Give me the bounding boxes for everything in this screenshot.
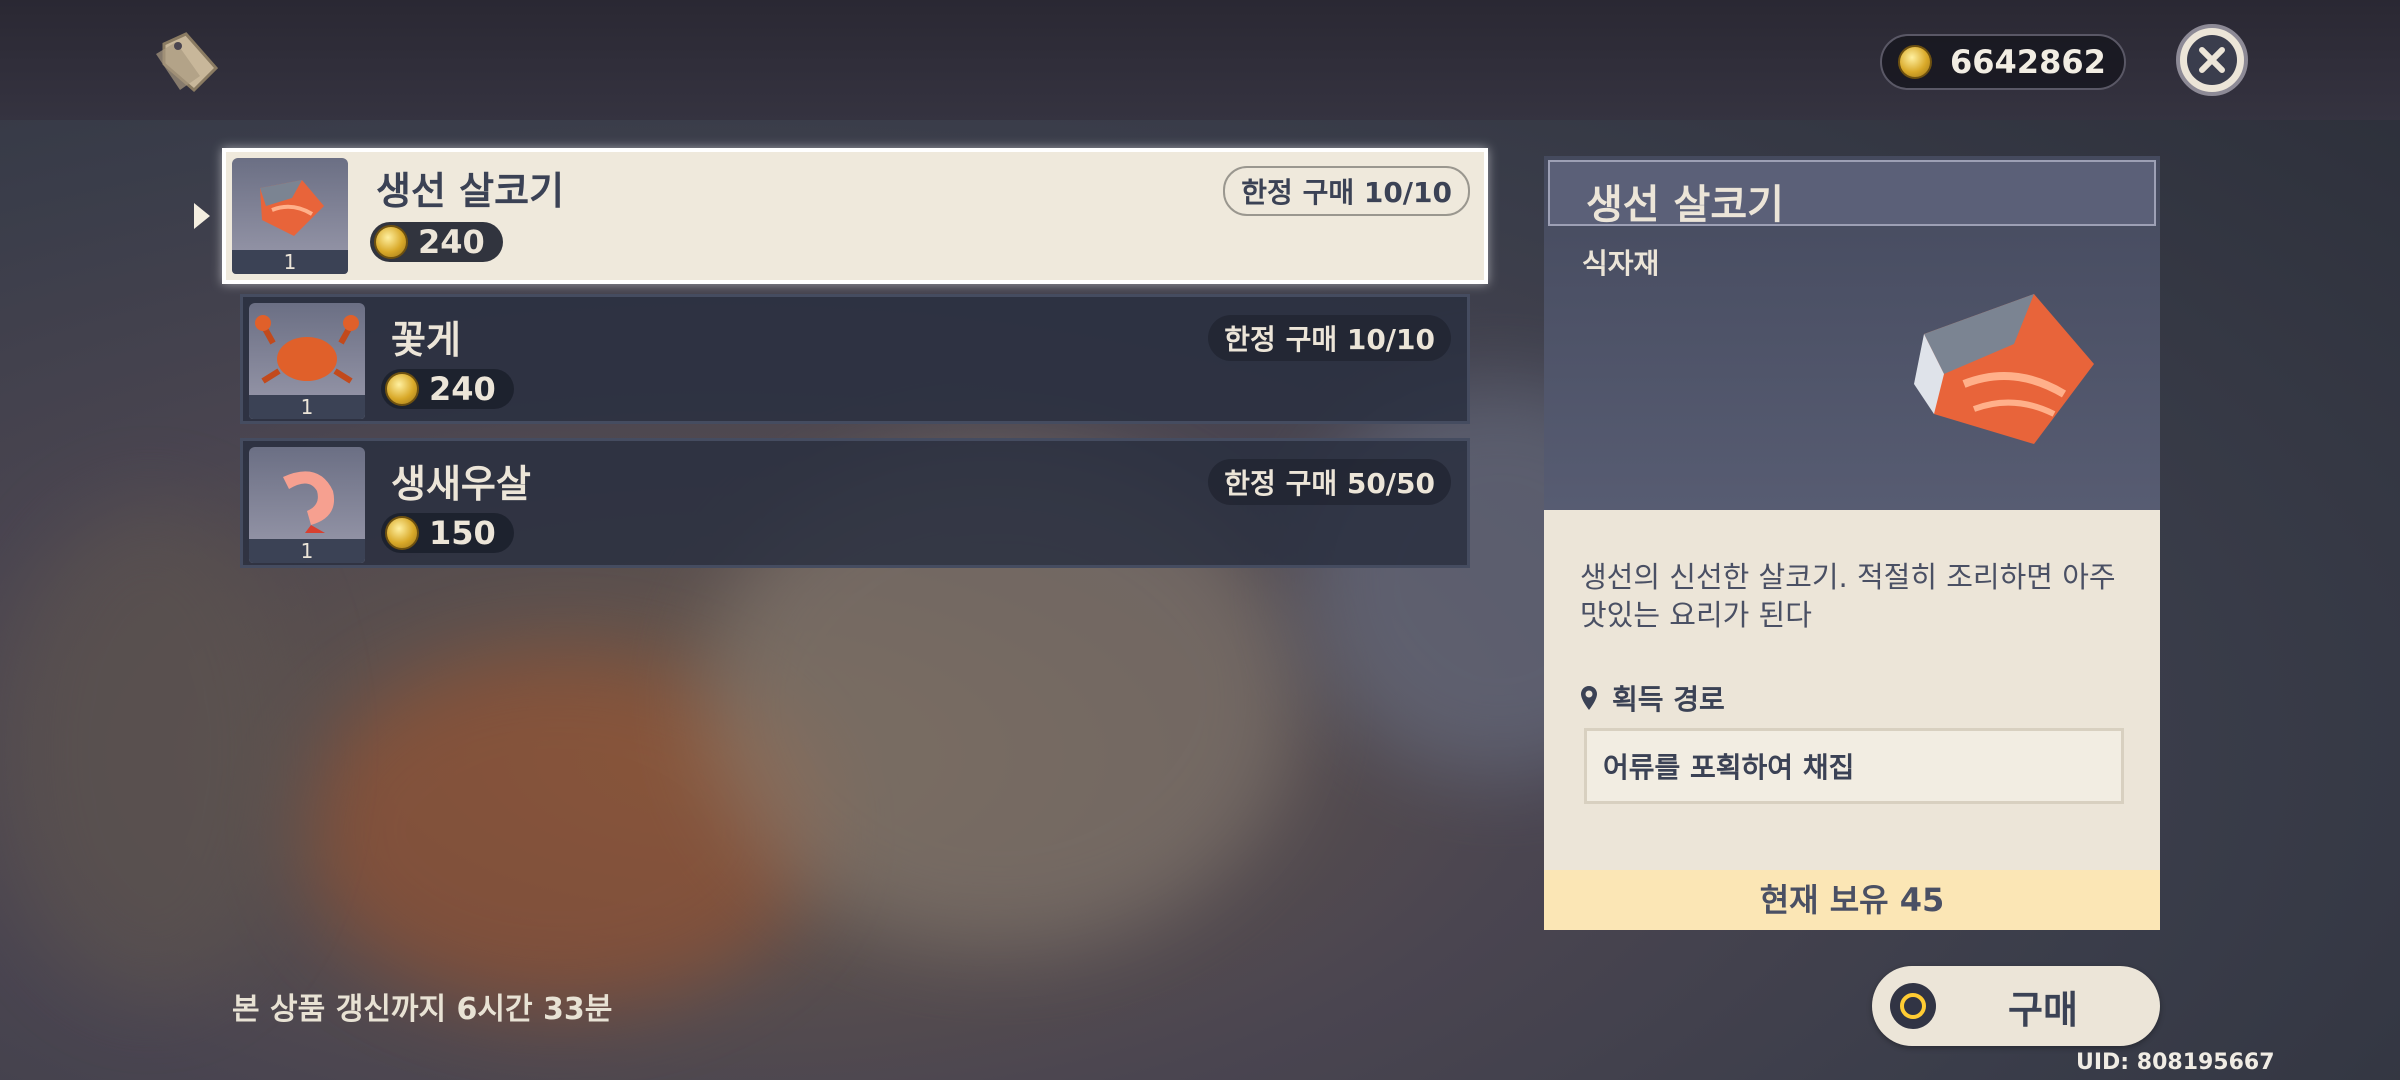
item-price-value: 150 (429, 514, 496, 552)
buy-button[interactable]: 구매 (1872, 966, 2160, 1046)
shrimp-icon (283, 471, 335, 533)
detail-body: 생선의 신선한 살코기. 적절히 조리하면 아주 맛있는 요리가 된다 획득 경… (1544, 510, 2160, 870)
item-detail-panel: 생선 살코기 식자재 생선의 신선한 살코기. 적절히 조리하면 아주 맛있는 … (1544, 156, 2160, 930)
item-price: 240 (381, 369, 514, 409)
item-quantity: 1 (232, 250, 348, 274)
refresh-timer: 본 상품 갱신까지 6시간 33분 (232, 992, 613, 1027)
source-heading-text: 획득 경로 (1612, 683, 1725, 716)
buy-icon (1890, 983, 1936, 1029)
purchase-limit-badge: 한정 구매 10/10 (1208, 315, 1451, 361)
item-thumbnail: 1 (249, 303, 365, 419)
item-price: 150 (381, 513, 514, 553)
item-price: 240 (370, 222, 503, 262)
item-name: 생선 살코기 (376, 169, 565, 213)
detail-item-type: 식자재 (1582, 247, 1660, 280)
purchase-limit-badge: 한정 구매 50/50 (1208, 459, 1451, 505)
currency-amount: 6642862 (1950, 43, 2106, 81)
item-name: 꽃게 (391, 318, 461, 362)
owned-count: 현재 보유 45 (1544, 870, 2160, 930)
item-thumbnail: 1 (232, 158, 348, 274)
shop-item-shrimp[interactable]: 1 생새우살 150 한정 구매 50/50 (240, 438, 1470, 568)
close-icon (2187, 35, 2237, 85)
background-blur (0, 500, 300, 1000)
selection-arrow-icon (194, 203, 210, 229)
fish-fillet-icon (260, 180, 324, 236)
purchase-limit-badge: 한정 구매 10/10 (1223, 166, 1470, 216)
mora-coin-icon (385, 516, 419, 550)
currency-display: 6642862 (1880, 34, 2126, 90)
uid-label: UID: 808195667 (2076, 1050, 2275, 1075)
fish-fillet-icon (1914, 294, 2094, 444)
mora-coin-icon (1898, 45, 1932, 79)
item-quantity: 1 (249, 395, 365, 419)
shop-item-crab[interactable]: 1 꽃게 240 한정 구매 10/10 (240, 294, 1470, 424)
buy-label: 구매 (2008, 987, 2078, 1032)
source-entry[interactable]: 어류를 포획하여 채집 (1584, 728, 2124, 804)
price-tag-icon (156, 32, 219, 93)
item-name: 생새우살 (391, 462, 531, 506)
item-price-value: 240 (418, 223, 485, 261)
source-heading: 획득 경로 (1580, 678, 1725, 718)
shop-item-fish[interactable]: 1 생선 살코기 240 한정 구매 10/10 (222, 148, 1488, 284)
crab-icon (255, 315, 359, 384)
detail-title-bar: 생선 살코기 (1548, 160, 2156, 228)
item-price-value: 240 (429, 370, 496, 408)
mora-coin-icon (374, 225, 408, 259)
item-thumbnail: 1 (249, 447, 365, 563)
location-pin-icon (1581, 686, 1597, 710)
mora-coin-icon (385, 372, 419, 406)
detail-title: 생선 살코기 (1586, 182, 1784, 228)
detail-description: 생선의 신선한 살코기. 적절히 조리하면 아주 맛있는 요리가 된다 (1580, 560, 2116, 632)
close-button[interactable] (2176, 24, 2248, 96)
item-quantity: 1 (249, 539, 365, 563)
detail-header-area: 생선 살코기 식자재 (1544, 156, 2160, 510)
